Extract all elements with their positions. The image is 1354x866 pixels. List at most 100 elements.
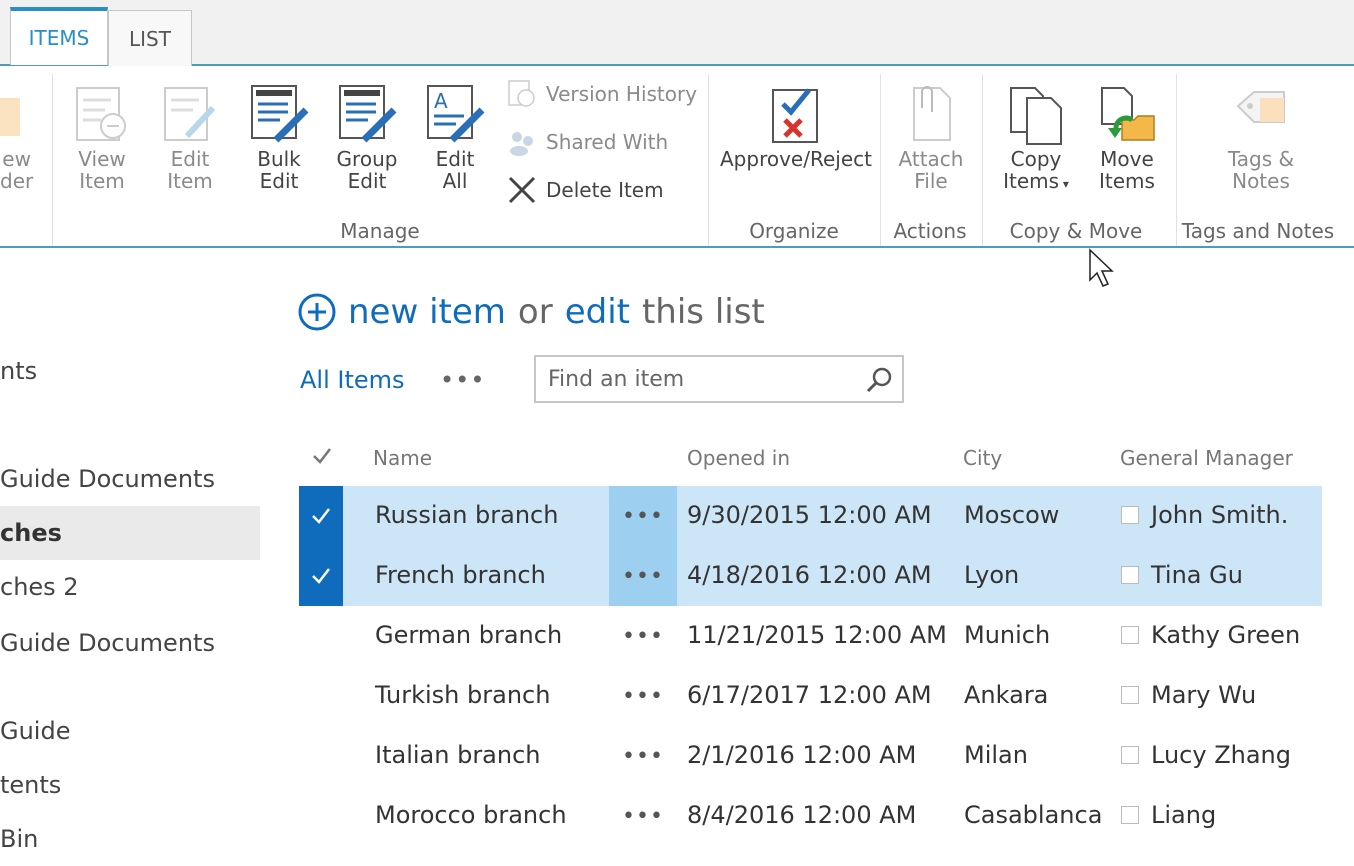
row-opened-in: 4/18/2016 12:00 AM — [687, 561, 932, 589]
nav-item[interactable]: Bin — [0, 812, 260, 866]
more-views-button[interactable]: ••• — [440, 366, 485, 394]
view-in-folder-button[interactable]: ew der — [0, 84, 40, 192]
table-row[interactable]: Morocco branch ••• 8/4/2016 12:00 AM Cas… — [299, 786, 1322, 846]
tab-list[interactable]: LIST — [108, 10, 192, 66]
table-row[interactable]: French branch ••• 4/18/2016 12:00 AM Lyo… — [299, 546, 1322, 606]
row-general-manager[interactable]: Mary Wu — [1151, 681, 1256, 709]
row-select-checkbox[interactable] — [299, 546, 343, 606]
row-city: Ankara — [964, 681, 1049, 709]
move-items-button[interactable]: Move Items — [1092, 84, 1162, 192]
or-text: or — [517, 292, 553, 332]
nav-item[interactable]: Guide Documents — [0, 616, 260, 670]
edit-item-button[interactable]: Edit Item — [158, 84, 222, 192]
presence-indicator — [1121, 746, 1139, 764]
version-history-button[interactable]: Version History — [506, 78, 697, 110]
select-all-checkmark-icon[interactable] — [310, 444, 334, 468]
row-select-checkbox[interactable] — [299, 486, 343, 546]
nav-item[interactable]: Guide — [0, 704, 260, 758]
row-select-checkbox[interactable] — [299, 666, 343, 726]
nav-item[interactable]: tents — [0, 758, 260, 812]
copy-move-group-label: Copy & Move — [1009, 219, 1143, 243]
bulk-edit-icon — [251, 85, 309, 143]
nav-item[interactable]: ches 2 — [0, 560, 260, 614]
row-name[interactable]: Turkish branch — [375, 681, 550, 709]
tag-icon — [1236, 91, 1285, 123]
row-name[interactable]: Morocco branch — [375, 801, 567, 829]
view-item-button[interactable]: View Item — [70, 84, 134, 192]
tab-items[interactable]: ITEMS — [10, 7, 108, 65]
row-city: Lyon — [964, 561, 1020, 589]
row-general-manager[interactable]: Tina Gu — [1151, 561, 1243, 589]
row-general-manager[interactable]: Lucy Zhang — [1151, 741, 1291, 769]
manage-group-label: Manage — [340, 219, 420, 243]
approve-reject-button[interactable]: Approve/Reject — [718, 84, 874, 170]
column-header-city[interactable]: City — [963, 446, 1002, 470]
chevron-down-icon: ▾ — [1059, 177, 1069, 191]
delete-item-button[interactable]: Delete Item — [506, 174, 664, 206]
edit-list-link[interactable]: edit — [565, 292, 630, 332]
attach-file-label: Attach File — [898, 147, 964, 193]
row-more-button[interactable]: ••• — [609, 606, 677, 666]
column-header-general-manager[interactable]: General Manager — [1120, 446, 1293, 470]
nav-item-selected[interactable]: ches — [0, 506, 260, 560]
row-general-manager[interactable]: Liang — [1151, 801, 1216, 829]
tags-notes-button[interactable]: Tags & Notes — [1222, 84, 1300, 192]
row-select-checkbox[interactable] — [299, 786, 343, 846]
view-item-label: View Item — [78, 147, 126, 193]
presence-indicator — [1121, 626, 1139, 644]
table-row[interactable]: German branch ••• 11/21/2015 12:00 AM Mu… — [299, 606, 1322, 666]
row-name[interactable]: German branch — [375, 621, 562, 649]
group-edit-button[interactable]: Group Edit — [334, 84, 400, 192]
add-circle-icon[interactable] — [298, 293, 336, 331]
edit-item-icon — [164, 87, 216, 141]
bulk-edit-button[interactable]: Bulk Edit — [246, 84, 312, 192]
row-name[interactable]: Russian branch — [375, 501, 558, 529]
edit-all-icon: A — [427, 85, 485, 143]
row-more-button[interactable]: ••• — [609, 786, 677, 846]
presence-indicator — [1121, 806, 1139, 824]
row-opened-in: 8/4/2016 12:00 AM — [687, 801, 917, 829]
table-row[interactable]: Turkish branch ••• 6/17/2017 12:00 AM An… — [299, 666, 1322, 726]
copy-icon — [1010, 87, 1062, 145]
row-opened-in: 11/21/2015 12:00 AM — [687, 621, 947, 649]
group-edit-label: Group Edit — [336, 147, 398, 193]
nav-item[interactable]: Guide Documents — [0, 452, 260, 506]
edit-item-label: Edit Item — [167, 147, 213, 193]
row-more-button[interactable]: ••• — [609, 666, 677, 726]
nav-item[interactable]: nts — [0, 344, 260, 398]
row-opened-in: 2/1/2016 12:00 AM — [687, 741, 917, 769]
table-row[interactable]: Italian branch ••• 2/1/2016 12:00 AM Mil… — [299, 726, 1322, 786]
row-general-manager[interactable]: Kathy Green — [1151, 621, 1300, 649]
search-input[interactable] — [548, 366, 848, 392]
mouse-cursor-icon — [1089, 248, 1114, 287]
actions-group-label: Actions — [893, 219, 967, 243]
ribbon: ew der View Item Edit Item Bulk Edit Gro… — [0, 66, 1354, 248]
row-name[interactable]: Italian branch — [375, 741, 541, 769]
view-in-folder-label: ew der — [0, 147, 34, 193]
edit-all-label: Edit All — [435, 147, 475, 193]
row-general-manager[interactable]: John Smith. — [1151, 501, 1288, 529]
row-select-checkbox[interactable] — [299, 726, 343, 786]
edit-all-button[interactable]: A Edit All — [424, 84, 486, 192]
delete-item-label: Delete Item — [546, 178, 664, 202]
row-more-button[interactable]: ••• — [609, 726, 677, 786]
table-row[interactable]: Russian branch ••• 9/30/2015 12:00 AM Mo… — [299, 486, 1322, 546]
view-all-items[interactable]: All Items — [300, 366, 405, 394]
row-more-button[interactable]: ••• — [609, 546, 677, 606]
column-header-opened-in[interactable]: Opened in — [687, 446, 790, 470]
attach-file-button[interactable]: Attach File — [898, 84, 964, 192]
shared-with-label: Shared With — [546, 130, 669, 154]
copy-items-button[interactable]: Copy Items ▾ — [1000, 84, 1072, 195]
row-opened-in: 6/17/2017 12:00 AM — [687, 681, 932, 709]
row-name[interactable]: French branch — [375, 561, 546, 589]
version-history-label: Version History — [546, 82, 698, 106]
column-header-name[interactable]: Name — [373, 446, 432, 470]
row-more-button[interactable]: ••• — [609, 486, 677, 546]
row-select-checkbox[interactable] — [299, 606, 343, 666]
shared-with-button[interactable]: Shared With — [506, 126, 668, 158]
ribbon-tab-bar: ITEMS LIST — [0, 0, 1354, 66]
new-item-link[interactable]: new item — [348, 292, 506, 332]
this-list-text: this list — [641, 292, 765, 332]
organize-group-label: Organize — [749, 219, 839, 243]
search-icon[interactable] — [864, 365, 894, 395]
